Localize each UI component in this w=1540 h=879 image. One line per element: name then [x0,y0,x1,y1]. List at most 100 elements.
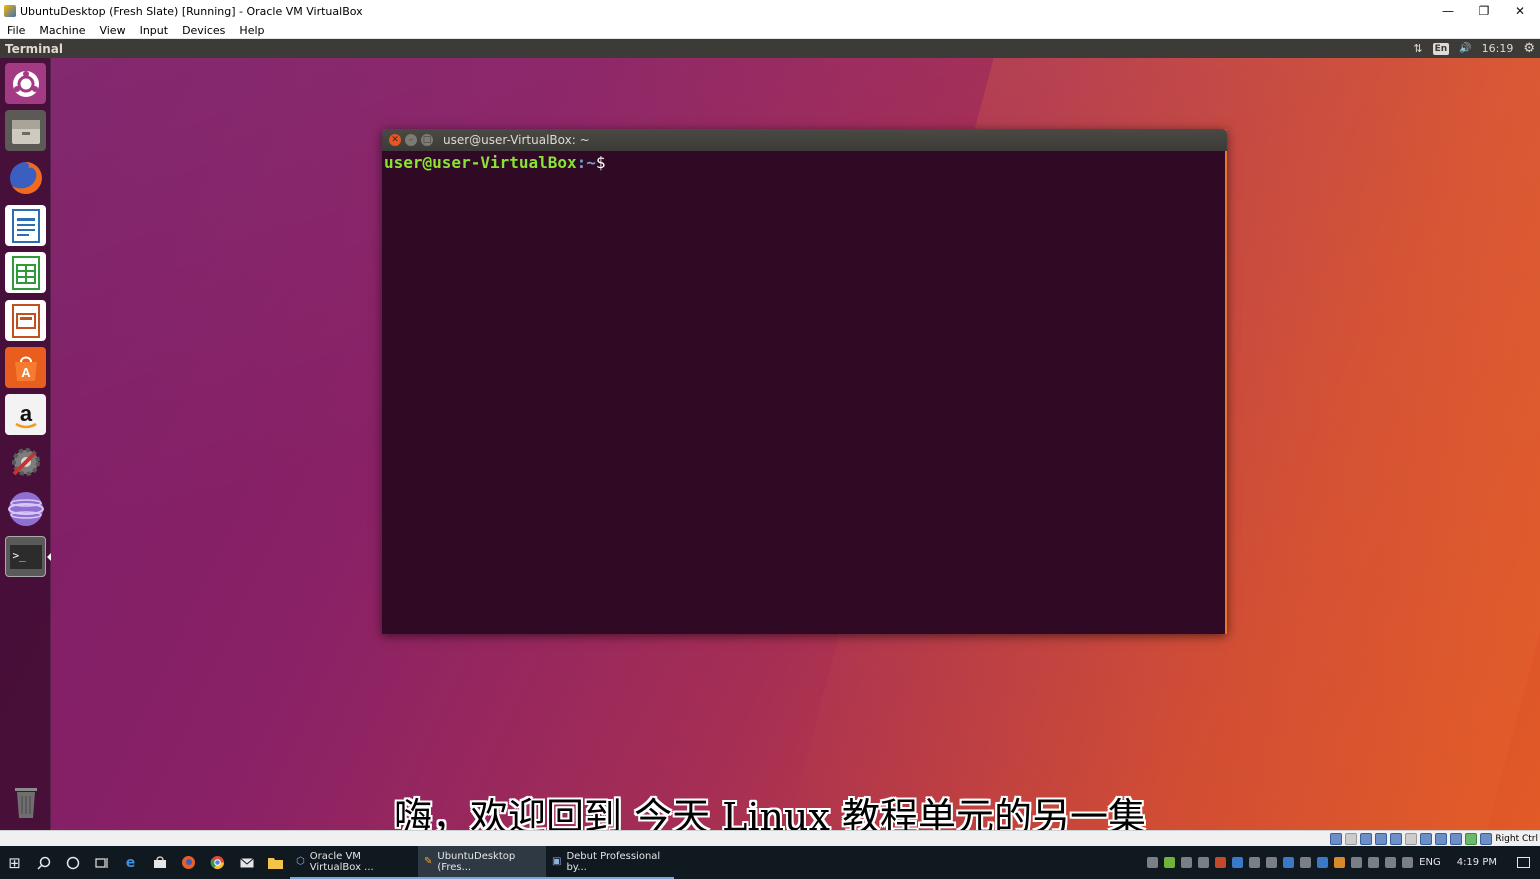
search-icon[interactable] [29,846,58,879]
terminal-maximize-button[interactable]: □ [421,134,433,146]
unity-launcher: A a >_ [0,58,51,830]
tray-app-icon[interactable] [1300,857,1312,868]
amazon-letter: a [19,401,32,426]
tray-app-icon[interactable] [1232,857,1244,868]
system-settings-icon[interactable] [5,441,46,482]
task-view-icon[interactable] [87,846,116,879]
audio-icon[interactable] [1360,833,1373,845]
writer-icon[interactable] [5,205,46,246]
terminal-icon[interactable]: >_ [5,536,46,577]
volume-icon[interactable]: 🔊 [1459,43,1471,54]
terminal-body[interactable]: user@user-VirtualBox:~$ [382,151,1227,634]
minimize-button[interactable]: — [1430,0,1466,22]
network-adapter-icon[interactable] [1375,833,1388,845]
close-button[interactable]: ✕ [1502,0,1538,22]
shared-folder-icon[interactable] [1405,833,1418,845]
microphone-icon[interactable] [1181,857,1193,868]
menu-view[interactable]: View [92,24,132,37]
input-language[interactable]: ENG [1419,857,1441,868]
network-icon[interactable]: ⇅ [1413,42,1422,55]
panel-indicators: ⇅ En 🔊 16:19 ⚙ [1413,39,1540,58]
tray-app-icon[interactable] [1317,857,1329,868]
tray-app-icon[interactable] [1334,857,1346,868]
keyboard-icon[interactable] [1480,833,1493,845]
menu-machine[interactable]: Machine [32,24,92,37]
video-capture-icon[interactable] [1435,833,1448,845]
screen: UbuntuDesktop (Fresh Slate) [Running] - … [0,0,1540,879]
taskbar-app-ubuntu-vm[interactable]: ✎ UbuntuDesktop (Fres... [418,846,546,879]
notifications-icon[interactable] [1517,857,1530,868]
taskbar-app-label: Debut Professional by... [566,850,661,873]
file-explorer-icon[interactable] [261,846,290,879]
prompt-user: user@user-VirtualBox [384,153,577,172]
cloud-icon[interactable] [1385,857,1397,868]
active-app-name: Terminal [5,41,64,56]
optical-drive-icon[interactable] [1345,833,1358,845]
volume-tray-icon[interactable] [1351,857,1363,868]
start-button[interactable]: ⊞ [0,846,29,879]
calc-icon[interactable] [5,252,46,293]
active-app-arrow [47,553,51,561]
tray-app-icon[interactable] [1215,857,1227,868]
ubuntu-vm-taskbar-icon: ✎ [424,856,433,867]
taskbar-app-virtualbox[interactable]: ⬡ Oracle VM VirtualBox ... [290,846,418,879]
prompt-symbol: $ [595,153,606,172]
hard-disk-icon[interactable] [1330,833,1343,845]
mouse-integration-icon[interactable] [1465,833,1478,845]
files-icon[interactable] [5,110,46,151]
store-icon[interactable] [145,846,174,879]
software-icon[interactable]: A [5,347,46,388]
system-tray: ENG 4:19 PM [1147,846,1540,879]
disc-icon[interactable] [5,488,46,529]
firefox-icon[interactable] [5,157,46,198]
chrome-icon[interactable] [203,846,232,879]
restore-button[interactable]: ❐ [1466,0,1502,22]
terminal-window[interactable]: ✕ – □ user@user-VirtualBox: ~ user@user-… [382,129,1227,634]
keyboard-layout-indicator[interactable]: En [1432,42,1450,55]
tray-app-icon[interactable] [1368,857,1380,868]
menu-help[interactable]: Help [232,24,271,37]
battery-icon[interactable] [1266,857,1278,868]
nvidia-icon[interactable] [1164,857,1176,868]
virtualbox-icon [4,5,16,17]
terminal-titlebar[interactable]: ✕ – □ user@user-VirtualBox: ~ [382,129,1227,151]
impress-icon[interactable] [5,300,46,341]
ubuntu-dash-icon[interactable] [5,63,46,104]
taskbar-app-label: Oracle VM VirtualBox ... [309,850,374,873]
taskbar-app-debut[interactable]: ▣ Debut Professional by... [546,846,674,879]
debut-taskbar-icon: ▣ [552,856,562,867]
cortana-icon[interactable] [58,846,87,879]
cpu-icon[interactable] [1450,833,1463,845]
menu-input[interactable]: Input [133,24,175,37]
host-window-title: UbuntuDesktop (Fresh Slate) [Running] - … [20,4,363,18]
tray-app-icon[interactable] [1283,857,1295,868]
terminal-close-button[interactable]: ✕ [389,134,401,146]
terminal-minimize-button[interactable]: – [405,134,417,146]
windows-taskbar: ⊞ e ⬡ Oracle VM VirtualBox ... ✎ UbuntuD… [0,846,1540,879]
tray-app-icon[interactable] [1147,857,1159,868]
prompt-path: :~ [576,153,596,172]
host-key-label: Right Ctrl [1495,834,1538,844]
amazon-icon[interactable]: a [5,394,46,435]
svg-text:A: A [21,365,31,380]
taskbar-clock[interactable]: 4:19 PM [1457,857,1497,868]
edge-icon[interactable]: e [116,846,145,879]
virtualbox-taskbar-icon: ⬡ [296,856,305,867]
settings-gear-icon[interactable]: ⚙ [1523,41,1535,56]
ubuntu-top-panel: Terminal ⇅ En 🔊 16:19 ⚙ [0,39,1540,58]
display-icon[interactable] [1420,833,1433,845]
host-window-titlebar[interactable]: UbuntuDesktop (Fresh Slate) [Running] - … [0,0,1540,22]
panel-clock[interactable]: 16:19 [1482,42,1514,55]
menu-file[interactable]: File [0,24,32,37]
onedrive-icon[interactable] [1249,857,1261,868]
mail-icon[interactable] [232,846,261,879]
menu-devices[interactable]: Devices [175,24,232,37]
terminal-title: user@user-VirtualBox: ~ [443,133,590,147]
vbox-device-icons: Right Ctrl [1330,832,1540,846]
terminal-glyph: >_ [9,544,42,569]
defender-icon[interactable] [1198,857,1210,868]
wifi-icon[interactable] [1402,857,1414,868]
usb-icon[interactable] [1390,833,1403,845]
host-menu-bar: File Machine View Input Devices Help [0,22,1540,39]
firefox-taskbar-icon[interactable] [174,846,203,879]
